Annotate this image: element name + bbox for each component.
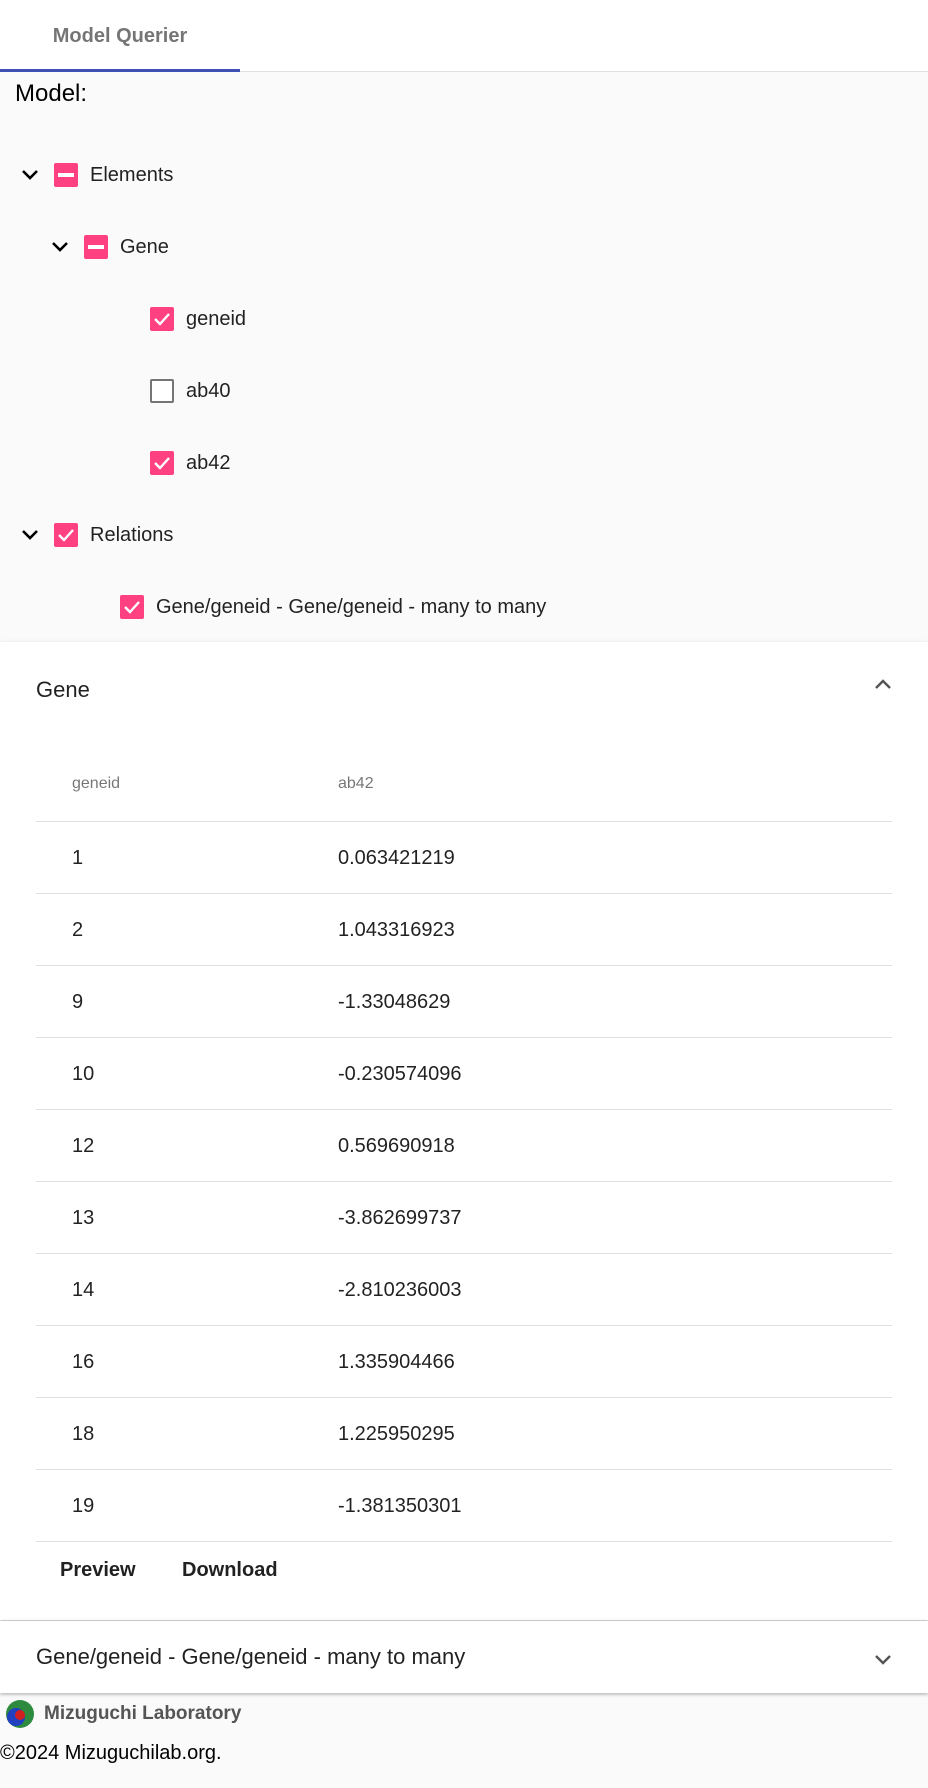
table-row: 18 1.225950295 bbox=[36, 1398, 892, 1470]
cell-ab42: -1.33048629 bbox=[338, 990, 451, 1013]
tree-node-gene: Gene bbox=[42, 229, 169, 265]
ab42-label: ab42 bbox=[186, 451, 231, 474]
table-row: 14 -2.810236003 bbox=[36, 1254, 892, 1326]
gene-indeterminate-checkbox[interactable] bbox=[84, 235, 108, 259]
lab-logo: Mizuguchi Laboratory bbox=[4, 1696, 241, 1732]
elements-label: Elements bbox=[90, 163, 174, 186]
chevron-down-icon[interactable] bbox=[12, 157, 48, 193]
table-row: 16 1.335904466 bbox=[36, 1326, 892, 1398]
cell-geneid: 12 bbox=[72, 1134, 95, 1157]
cell-ab42: 1.335904466 bbox=[338, 1350, 455, 1373]
cell-ab42: 1.043316923 bbox=[338, 918, 455, 941]
table-row: 2 1.043316923 bbox=[36, 894, 892, 966]
tab-bar: Model Querier bbox=[0, 0, 928, 72]
column-header-ab42: ab42 bbox=[338, 775, 374, 792]
cell-geneid: 1 bbox=[72, 846, 84, 869]
relation-checkbox[interactable] bbox=[120, 595, 144, 619]
download-button[interactable]: Download bbox=[158, 1550, 302, 1590]
tree-leaf-relation: Gene/geneid - Gene/geneid - many to many bbox=[114, 589, 546, 625]
tree-leaf-ab40: ab40 bbox=[144, 373, 231, 409]
relations-label: Relations bbox=[90, 523, 174, 546]
geneid-checkbox[interactable] bbox=[150, 307, 174, 331]
cell-geneid: 14 bbox=[72, 1278, 95, 1301]
cell-ab42: -3.862699737 bbox=[338, 1206, 462, 1229]
model-label: Model: bbox=[15, 80, 88, 107]
tree-node-relations: Relations bbox=[12, 517, 173, 553]
cell-ab42: -0.230574096 bbox=[338, 1062, 462, 1085]
copyright: ©2024 Mizuguchilab.org. bbox=[0, 1742, 222, 1764]
cell-geneid: 10 bbox=[72, 1062, 95, 1085]
cell-geneid: 18 bbox=[72, 1422, 95, 1445]
cell-geneid: 16 bbox=[72, 1350, 95, 1373]
table-header: geneid ab42 bbox=[36, 746, 892, 822]
relations-checkbox[interactable] bbox=[54, 523, 78, 547]
lab-logo-icon bbox=[6, 1700, 34, 1728]
cell-ab42: 0.569690918 bbox=[338, 1134, 455, 1157]
chevron-down-icon[interactable] bbox=[42, 229, 78, 265]
cell-geneid: 19 bbox=[72, 1494, 95, 1517]
table-row: 13 -3.862699737 bbox=[36, 1182, 892, 1254]
tree-node-elements: Elements bbox=[12, 157, 173, 193]
ab42-checkbox[interactable] bbox=[150, 451, 174, 475]
tree-leaf-geneid: geneid bbox=[144, 301, 246, 337]
tree-leaf-ab42: ab42 bbox=[144, 445, 231, 481]
elements-indeterminate-checkbox[interactable] bbox=[54, 163, 78, 187]
lab-logo-text: Mizuguchi Laboratory bbox=[44, 1703, 242, 1724]
cell-ab42: -2.810236003 bbox=[338, 1278, 462, 1301]
tab-indicator bbox=[0, 69, 240, 72]
cell-ab42: 0.063421219 bbox=[338, 846, 455, 869]
ab40-label: ab40 bbox=[186, 379, 231, 402]
relation-label: Gene/geneid - Gene/geneid - many to many bbox=[156, 595, 547, 618]
ab40-checkbox[interactable] bbox=[150, 379, 174, 403]
relation-panel-title[interactable]: Gene/geneid - Gene/geneid - many to many bbox=[36, 1644, 465, 1670]
cell-geneid: 13 bbox=[72, 1206, 95, 1229]
cell-geneid: 2 bbox=[72, 918, 84, 941]
gene-label: Gene bbox=[120, 235, 169, 258]
cell-ab42: 1.225950295 bbox=[338, 1422, 455, 1445]
chevron-down-icon[interactable] bbox=[872, 1648, 894, 1675]
table-row: 9 -1.33048629 bbox=[36, 966, 892, 1038]
cell-geneid: 9 bbox=[72, 990, 84, 1013]
column-header-geneid: geneid bbox=[72, 775, 121, 792]
table-row: 19 -1.381350301 bbox=[36, 1470, 892, 1542]
tab-model-querier[interactable]: Model Querier bbox=[0, 0, 240, 72]
preview-button[interactable]: Preview bbox=[36, 1550, 160, 1590]
table-row: 1 0.063421219 bbox=[36, 822, 892, 894]
panel-title[interactable]: Gene bbox=[36, 677, 90, 703]
cell-ab42: -1.381350301 bbox=[338, 1494, 462, 1517]
geneid-label: geneid bbox=[186, 307, 247, 330]
tab-label: Model Querier bbox=[52, 24, 188, 47]
chevron-up-icon[interactable] bbox=[872, 674, 894, 701]
chevron-down-icon[interactable] bbox=[12, 517, 48, 553]
table-row: 10 -0.230574096 bbox=[36, 1038, 892, 1110]
table-row: 12 0.569690918 bbox=[36, 1110, 892, 1182]
